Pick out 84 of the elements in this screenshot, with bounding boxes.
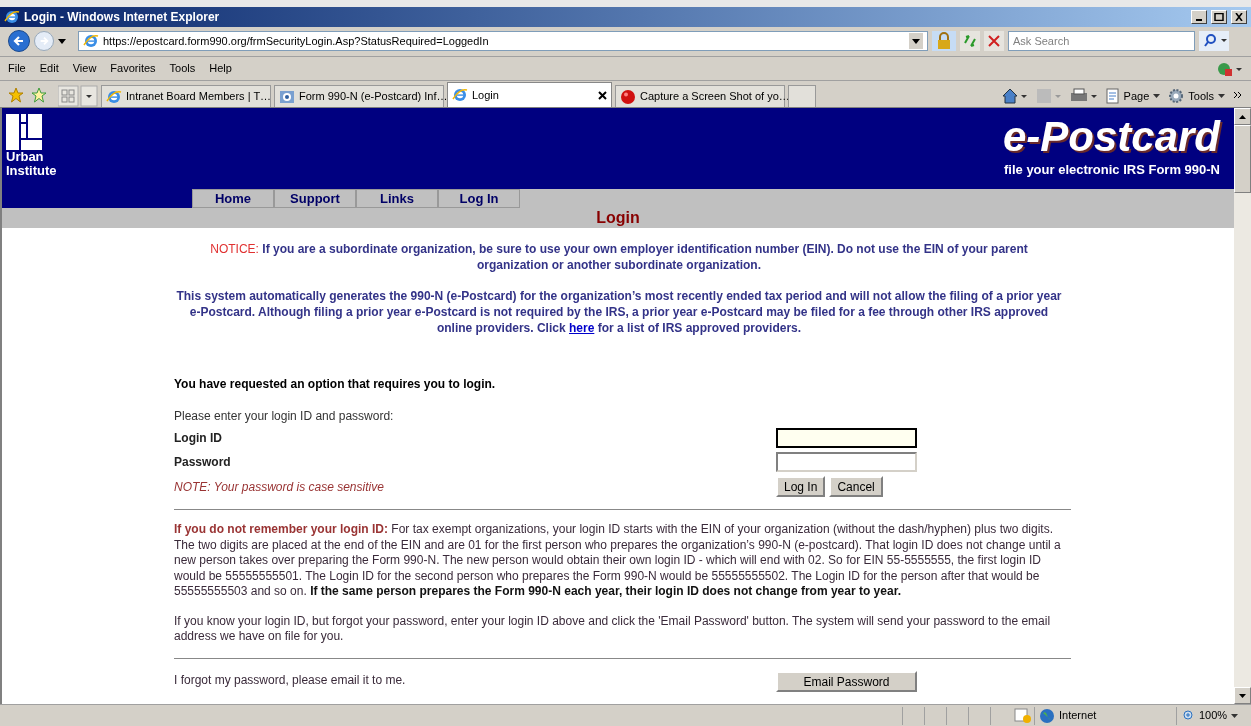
caret-icon	[1218, 93, 1225, 98]
logo-icon	[6, 114, 42, 150]
info-text: This system automatically generates the 990-N (e-Postcard) for the organization’s most recently ended tax period and will not allow the filing of a prior year e-Postcard. Although filing a prior year e-Postcard is not required by the IRS, a prior year e-Postcard may be filed for a fee through other IRS approved online providers. Click here for a list of IRS approved providers.	[175, 288, 1063, 336]
form-button[interactable]: Cancel	[829, 476, 883, 497]
star-icon[interactable]	[8, 87, 24, 103]
scroll-up-button[interactable]	[1234, 108, 1251, 125]
menu-item[interactable]: Help	[209, 60, 232, 77]
caret-icon	[1153, 93, 1161, 98]
text-field[interactable]	[776, 452, 917, 472]
home-icon[interactable]	[1001, 87, 1028, 104]
down-arrow-icon	[1239, 693, 1246, 698]
menu-item[interactable]: Tools	[169, 60, 196, 77]
browser-icon	[452, 87, 468, 103]
form-button[interactable]: Log In	[776, 476, 826, 497]
menu-item[interactable]: View	[72, 60, 97, 77]
tools-menu-button[interactable]: Tools	[1168, 87, 1225, 104]
close-icon[interactable]	[598, 90, 607, 100]
zoom-button[interactable]: 100%	[1183, 707, 1251, 724]
browser-tab[interactable]: Login	[447, 82, 612, 107]
window-title: Login - Windows Internet Explorer	[24, 9, 221, 26]
seal-icon	[279, 88, 295, 105]
minimize-glyph	[1196, 19, 1202, 21]
lock-icon[interactable]	[932, 31, 956, 51]
scroll-down-button[interactable]	[1234, 687, 1251, 704]
globe-icon	[1039, 707, 1055, 724]
stop-icon[interactable]	[984, 31, 1004, 51]
warning-icon	[1014, 707, 1032, 724]
brand-tagline: file your electronic IRS Form 990-N	[1004, 161, 1220, 179]
browser-tab[interactable]: Intranet Board Members | T…	[101, 85, 271, 107]
browser-icon	[4, 9, 20, 25]
field-label: Login ID	[174, 430, 223, 447]
maximize-icon[interactable]	[1211, 10, 1227, 24]
note-text: NOTE: Your password is case sensitive	[174, 478, 385, 496]
scroll-thumb[interactable]	[1234, 125, 1251, 193]
gear-icon	[1168, 87, 1185, 104]
menu-item[interactable]: Favorites	[110, 60, 156, 77]
menu-item[interactable]: File	[8, 60, 26, 77]
logo-text: Urban	[6, 150, 45, 164]
logo-text: Institute	[6, 164, 57, 178]
record-icon	[620, 88, 636, 105]
menu-item[interactable]: Edit	[39, 60, 59, 77]
email-prompt: I forgot my password, please email it to me.	[174, 671, 407, 689]
brand-title: e-Postcard	[1002, 114, 1220, 160]
minimize-icon[interactable]	[1191, 10, 1207, 24]
nav-tab[interactable]: Home	[192, 189, 274, 208]
dropdown-icon[interactable]	[909, 33, 923, 49]
nav-tab[interactable]: Log In	[438, 189, 520, 208]
notice-text: NOTICE: If you are a subordinate organization, be sure to use your own employer identification number (EIN). Do not use the EIN of your parent organization or another subordinate organization.	[209, 241, 1029, 273]
field-label: Password	[174, 454, 232, 471]
zone-text: Internet	[1059, 708, 1097, 724]
dropdown-icon[interactable]	[58, 38, 66, 44]
zoom-icon	[1183, 709, 1195, 722]
tab-label: Login	[472, 87, 500, 103]
add-favorite-icon[interactable]	[31, 87, 47, 103]
text-field[interactable]	[776, 428, 917, 448]
help-text: If you do not remember your login ID: For tax exempt organizations, your login ID starts with the EIN of your organization (without the dash/hyphen) plus two digits. The two digits are placed at the end of the EIN and are 01 for the first person who prepares the organization’s 990-N (e-postcard). That login ID does not change until a new person takes over preparing the Form 990-N. The new person would obtain their own login ID - which will end with 02. So for EIN 55-5555555, the first login ID would be 55555555501. The Login ID for the second person who prepares the Form 990-N would be 55555555502. The Login ID for the person after that would be 55555555503 and so on. If the same person prepares the Form 990-N each year, their login ID does not change from year to year.	[174, 522, 1062, 600]
email-password-button[interactable]: Email Password	[776, 670, 917, 692]
address-field[interactable]: https://epostcard.form990.org/frmSecurityLogin.Asp?StatusRequired=LoggedIn	[78, 31, 928, 51]
search-field[interactable]: Ask Search	[1008, 31, 1195, 51]
url-text: https://epostcard.form990.org/frmSecurityLogin.Asp?StatusRequired=LoggedIn	[103, 33, 490, 49]
login-heading: You have requested an option that requires you to login.	[174, 376, 497, 392]
globe-icon[interactable]	[1217, 60, 1243, 77]
back-button[interactable]	[8, 30, 30, 52]
nav-tab[interactable]: Links	[356, 189, 438, 208]
caret-icon	[1231, 713, 1239, 718]
chevron-icon[interactable]	[1233, 90, 1243, 101]
page-icon	[83, 33, 99, 49]
up-arrow-icon	[1239, 114, 1246, 119]
login-prompt: Please enter your login ID and password:	[174, 408, 395, 424]
nav-tab[interactable]: Support	[274, 189, 356, 208]
forgot-text: If you know your login ID, but forgot your password, enter your login ID above and click the 'Email Password' button. The system will send your password to the email address we have on file for you.	[174, 613, 1052, 645]
page-menu-button[interactable]: Page	[1105, 87, 1161, 104]
search-icon[interactable]	[1199, 31, 1229, 51]
browser-tab[interactable]: Form 990-N (e-Postcard) Inf…	[274, 85, 444, 107]
browser-icon	[106, 88, 122, 105]
tab-label: Intranet Board Members | T…	[126, 89, 272, 105]
printer-icon[interactable]	[1069, 87, 1098, 104]
back-arrow-icon	[13, 35, 25, 47]
refresh-icon[interactable]	[960, 31, 980, 51]
page-title: Login	[596, 209, 640, 227]
providers-link[interactable]: here	[569, 321, 595, 335]
forward-arrow-icon	[39, 36, 49, 46]
scrollbar-track[interactable]	[1234, 108, 1251, 704]
page-icon	[1105, 87, 1120, 104]
